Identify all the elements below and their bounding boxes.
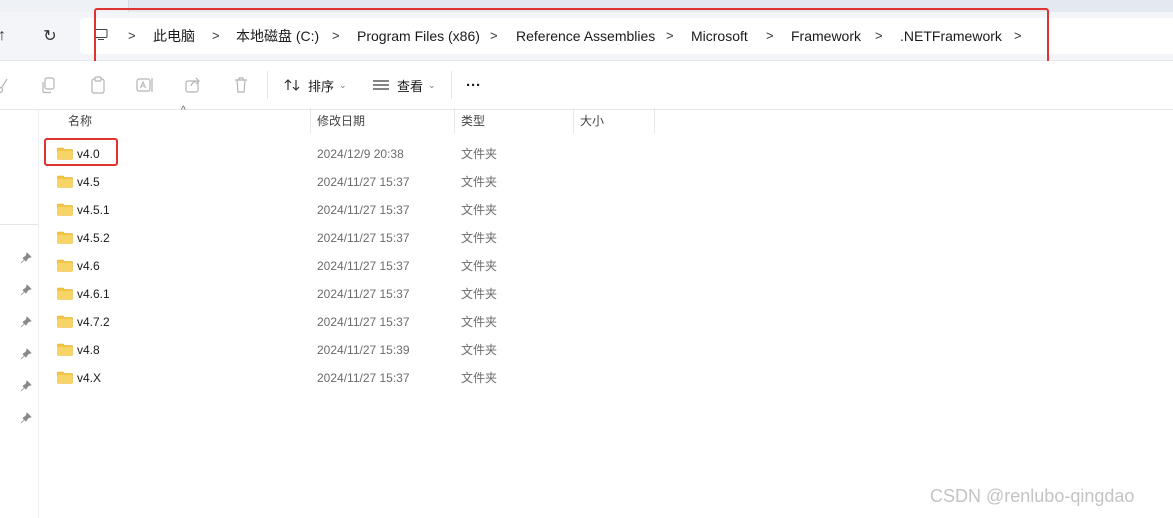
file-row[interactable]: v4.8 2024/11/27 15:39 文件夹 [38,336,1173,364]
file-type: 文件夹 [461,371,498,385]
folder-icon [57,371,73,384]
file-type: 文件夹 [461,343,498,357]
file-row[interactable]: v4.6 2024/11/27 15:37 文件夹 [38,252,1173,280]
column-type[interactable]: 类型 [455,108,574,134]
breadcrumb-chevron-icon[interactable]: > [666,18,674,54]
pin-icon[interactable] [20,348,32,360]
toolbar-divider [451,71,452,99]
tab-edge [128,0,1173,12]
navigation-pane [0,110,39,518]
file-name: v4.5.2 [77,231,110,245]
view-button[interactable]: 查看 ⌄ [372,71,436,99]
file-modified: 2024/11/27 15:37 [317,175,410,189]
breadcrumb-framework[interactable]: Framework [791,18,861,54]
file-name: v4.7.2 [77,315,110,329]
file-name: v4.6.1 [77,287,110,301]
title-strip [0,0,1173,12]
file-name: v4.5 [77,175,100,189]
sidebar-divider [0,224,38,225]
share-icon[interactable] [183,75,203,95]
sort-button[interactable]: 排序 ⌄ [284,71,347,99]
pin-icon[interactable] [20,412,32,424]
sort-icon [284,79,300,91]
pin-icon[interactable] [20,284,32,296]
breadcrumb-this-pc[interactable]: 此电脑 [153,18,195,54]
breadcrumb-chevron-icon[interactable]: > [212,18,220,54]
file-name: v4.X [77,371,102,385]
chevron-down-icon: ⌄ [339,79,347,90]
toolbar-divider [267,71,268,99]
folder-icon [57,203,73,216]
folder-icon [57,343,73,356]
breadcrumb-local-disk[interactable]: 本地磁盘 (C:) [236,18,319,54]
breadcrumb-chevron-icon[interactable]: > [766,18,774,54]
column-header: ^ 名称 修改日期 类型 大小 [38,105,1173,136]
breadcrumb-chevron-icon[interactable]: > [128,18,136,54]
breadcrumb-chevron-icon[interactable]: > [1014,18,1022,54]
breadcrumb-microsoft[interactable]: Microsoft [691,18,748,54]
file-name: v4.8 [77,343,100,357]
file-row[interactable]: v4.X 2024/11/27 15:37 文件夹 [38,364,1173,392]
address-bar[interactable]: > 此电脑 > 本地磁盘 (C:) > Program Files (x86) … [80,18,1173,54]
rename-icon[interactable] [135,75,155,95]
file-type: 文件夹 [461,147,498,161]
chevron-down-icon: ⌄ [428,79,436,90]
view-label: 查看 [397,78,424,94]
file-row[interactable]: v4.6.1 2024/11/27 15:37 文件夹 [38,280,1173,308]
refresh-icon[interactable]: ↻ [38,24,62,48]
more-options-button[interactable]: ··· [466,71,481,99]
pin-icon[interactable] [20,316,32,328]
file-row[interactable]: v4.0 2024/12/9 20:38 文件夹 [38,140,1173,168]
folder-icon [57,315,73,328]
file-row[interactable]: v4.5 2024/11/27 15:37 文件夹 [38,168,1173,196]
file-type: 文件夹 [461,231,498,245]
file-modified: 2024/11/27 15:37 [317,259,410,273]
file-modified: 2024/11/27 15:37 [317,287,410,301]
up-arrow-icon[interactable]: ↑ [0,24,14,48]
file-name: v4.0 [77,147,100,161]
computer-icon [94,29,108,40]
breadcrumb-chevron-icon[interactable]: > [875,18,883,54]
column-size[interactable]: 大小 [574,108,655,134]
file-row[interactable]: v4.7.2 2024/11/27 15:37 文件夹 [38,308,1173,336]
folder-icon [57,231,73,244]
breadcrumb-program-files[interactable]: Program Files (x86) [357,18,480,54]
pin-icon[interactable] [20,252,32,264]
command-bar: 排序 ⌄ 查看 ⌄ ··· [0,61,1173,110]
cut-icon[interactable] [0,75,14,95]
breadcrumb-netframework[interactable]: .NETFramework [900,18,1002,54]
view-icon [373,80,389,90]
file-row[interactable]: v4.5.1 2024/11/27 15:37 文件夹 [38,196,1173,224]
file-name: v4.5.1 [77,203,110,217]
folder-icon [57,259,73,272]
column-name[interactable]: 名称 [62,108,311,134]
pin-icon[interactable] [20,380,32,392]
file-modified: 2024/11/27 15:39 [317,343,410,357]
watermark: CSDN @renlubo-qingdao [930,486,1135,506]
file-modified: 2024/11/27 15:37 [317,203,410,217]
file-type: 文件夹 [461,315,498,329]
file-name: v4.6 [77,259,100,273]
file-modified: 2024/11/27 15:37 [317,231,410,245]
file-modified: 2024/12/9 20:38 [317,147,404,161]
breadcrumb-reference-assemblies[interactable]: Reference Assemblies [516,18,655,54]
copy-icon[interactable] [39,75,59,95]
folder-icon [57,287,73,300]
file-modified: 2024/11/27 15:37 [317,371,410,385]
folder-icon [57,147,73,160]
delete-icon[interactable] [231,75,251,95]
file-type: 文件夹 [461,203,498,217]
breadcrumb-chevron-icon[interactable]: > [332,18,340,54]
file-type: 文件夹 [461,287,498,301]
column-modified[interactable]: 修改日期 [311,108,455,134]
file-modified: 2024/11/27 15:37 [317,315,410,329]
breadcrumb-chevron-icon[interactable]: > [490,18,498,54]
address-row: ↑ ↻ > 此电脑 > 本地磁盘 (C:) > Program Files (x… [0,12,1173,61]
sort-label: 排序 [308,78,335,94]
file-type: 文件夹 [461,259,498,273]
file-type: 文件夹 [461,175,498,189]
paste-icon[interactable] [88,75,108,95]
folder-icon [57,175,73,188]
file-row[interactable]: v4.5.2 2024/11/27 15:37 文件夹 [38,224,1173,252]
